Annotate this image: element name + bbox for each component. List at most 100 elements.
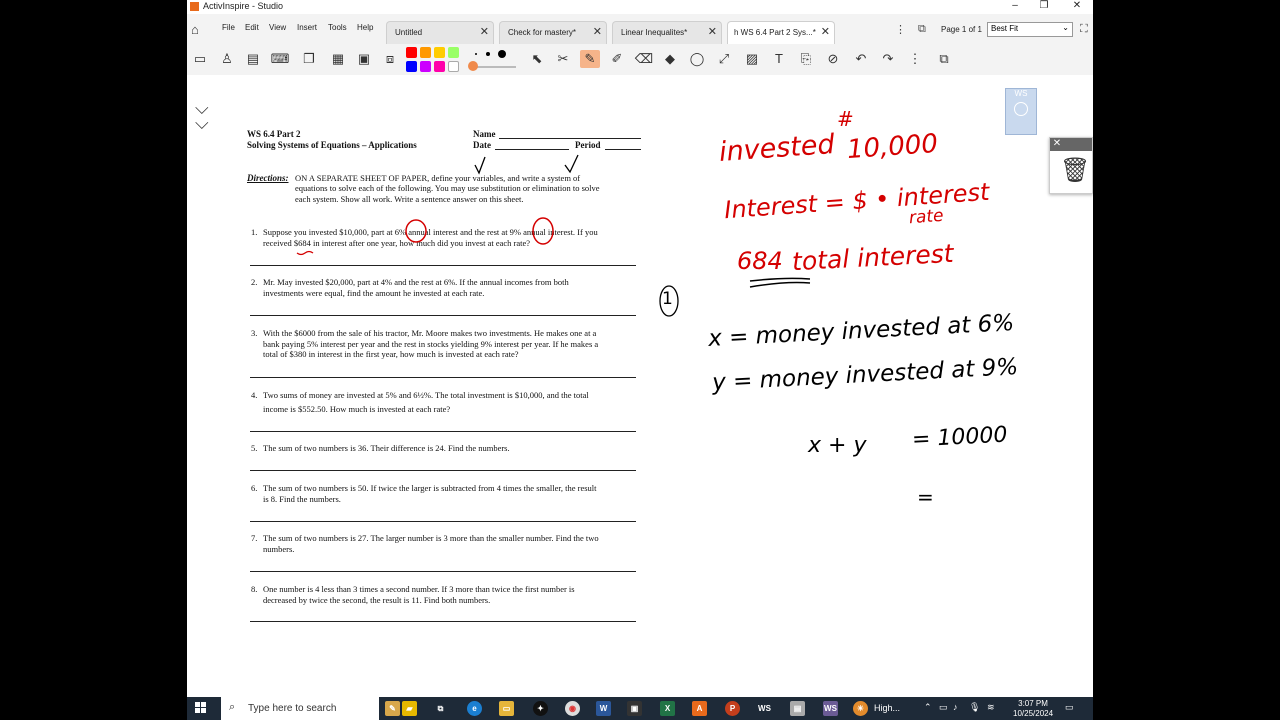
document-icon[interactable]: ⎘ — [796, 50, 816, 68]
tools-icon[interactable]: ✂ — [553, 50, 573, 68]
app-icon[interactable]: ▣ — [627, 701, 642, 716]
menu-tools[interactable]: Tools — [328, 23, 347, 32]
chevron-up-icon[interactable]: ⌃ — [924, 702, 932, 713]
tab-ws-6-4[interactable]: h WS 6.4 Part 2 Sys...* ✕ — [727, 21, 835, 44]
tab-linear-inequalities[interactable]: Linear Inequalites* ✕ — [612, 21, 722, 44]
maximize-icon[interactable]: ❐ — [1034, 0, 1054, 11]
color-swatch[interactable] — [434, 47, 445, 58]
search-placeholder: Type here to search — [248, 703, 337, 714]
taskbar-clock[interactable]: 3:07 PM 10/25/2024 — [1013, 699, 1053, 719]
flipchart-icon[interactable]: ⌨ — [270, 50, 290, 68]
browser-icon[interactable]: ⧉ — [934, 50, 954, 68]
ws-document-icon[interactable]: WS — [757, 701, 772, 716]
main-menu-icon[interactable]: ▭ — [190, 50, 210, 68]
redo-icon[interactable]: ↷ — [878, 50, 898, 68]
pen-width-large[interactable] — [498, 50, 506, 58]
tab-label: Check for mastery* — [508, 28, 577, 37]
tab-label: h WS 6.4 Part 2 Sys...* — [734, 28, 816, 37]
app-icon[interactable]: ▤ — [790, 701, 805, 716]
tab-check-for-mastery[interactable]: Check for mastery* ✕ — [499, 21, 607, 44]
presentation-icon[interactable]: ⧉ — [918, 23, 926, 36]
clear-icon[interactable]: ⊘ — [823, 50, 843, 68]
connector-icon[interactable]: ⤢ — [714, 50, 734, 68]
close-window-icon[interactable]: ✕ — [1067, 0, 1087, 11]
menu-insert[interactable]: Insert — [297, 23, 317, 32]
close-tab-icon[interactable]: ✕ — [480, 25, 489, 38]
menu-help[interactable]: Help — [357, 23, 373, 32]
underline-684-total-ink — [749, 281, 811, 288]
underline-684-total-ink — [749, 277, 811, 282]
undo-icon[interactable]: ↶ — [851, 50, 871, 68]
menu-view[interactable]: View — [269, 23, 286, 32]
folder-icon[interactable]: ▰ — [402, 701, 417, 716]
text-icon[interactable]: T — [769, 50, 789, 68]
windows-start-icon[interactable] — [195, 702, 207, 714]
notepad-icon[interactable]: ✎ — [385, 701, 400, 716]
zoom-select[interactable]: Best Fit ⌄ — [987, 22, 1073, 37]
grid-icon[interactable]: ▦ — [328, 50, 348, 68]
pen-width-small[interactable] — [475, 53, 477, 55]
pen-width-medium[interactable] — [486, 52, 490, 56]
width-slider-thumb[interactable] — [468, 61, 478, 71]
edge-icon[interactable]: e — [467, 701, 482, 716]
taskbar-search-box[interactable]: ⌕ Type here to search — [221, 697, 379, 720]
color-swatch[interactable] — [406, 61, 417, 72]
ws-document-icon[interactable]: WS — [823, 701, 838, 716]
zoom-value: Best Fit — [991, 24, 1019, 33]
close-tab-icon[interactable]: ✕ — [593, 25, 602, 38]
chrome-icon[interactable]: ◉ — [565, 701, 580, 716]
more-options-icon[interactable]: ⋮ — [895, 23, 906, 36]
camera-icon[interactable]: ▣ — [354, 50, 374, 68]
menu-edit[interactable]: Edit — [245, 23, 259, 32]
menu-file[interactable]: File — [222, 23, 235, 32]
handwriting-x-plus-y: x + y — [808, 433, 867, 458]
weather-icon[interactable]: ☀ — [853, 701, 868, 716]
volume-icon[interactable]: ♪ — [953, 702, 958, 712]
wifi-icon[interactable]: ≋ — [987, 702, 995, 713]
home-icon[interactable]: ⌂ — [191, 22, 199, 37]
notification-icon[interactable]: ▭ — [1065, 702, 1074, 713]
microphone-icon[interactable]: 🎙 — [969, 702, 980, 713]
tab-label: Linear Inequalites* — [621, 28, 688, 37]
activinspire-icon[interactable]: A — [692, 701, 707, 716]
highlighter-icon[interactable]: ✐ — [607, 50, 627, 68]
task-view-icon[interactable]: ⧉ — [433, 701, 448, 716]
eraser-icon[interactable]: ⌫ — [634, 50, 654, 68]
user-icon[interactable]: ♙ — [217, 50, 237, 68]
word-icon[interactable]: W — [596, 701, 611, 716]
color-swatch[interactable] — [448, 61, 459, 72]
flipchart-canvas[interactable]: ⌵ ⌵ WS ✕ 🗑 WS 6.4 Part 2 Solving Systems… — [187, 75, 1093, 697]
color-swatch[interactable] — [420, 47, 431, 58]
handwriting-rate: rate — [908, 205, 945, 229]
more-tools-icon[interactable]: ⋮ — [905, 50, 925, 68]
network-icon[interactable]: ▭ — [939, 702, 948, 713]
page-icon[interactable]: ❐ — [299, 50, 319, 68]
close-tab-icon[interactable]: ✕ — [708, 25, 717, 38]
color-swatch[interactable] — [434, 61, 445, 72]
app-icon[interactable]: ✦ — [533, 701, 548, 716]
powerpoint-icon[interactable]: P — [725, 701, 740, 716]
image-icon[interactable]: ▨ — [742, 50, 762, 68]
activinspire-window: ActivInspire - Studio – ❐ ✕ ⌂ File Edit … — [187, 0, 1093, 720]
color-swatch[interactable] — [406, 47, 417, 58]
fill-icon[interactable]: ◆ — [660, 50, 680, 68]
pointer-icon[interactable]: ⬉ — [527, 50, 547, 68]
screen-icon[interactable]: ▤ — [243, 50, 263, 68]
minimize-icon[interactable]: – — [1005, 0, 1025, 11]
pen-icon[interactable]: ✎ — [580, 50, 600, 68]
color-swatch[interactable] — [448, 47, 459, 58]
excel-icon[interactable]: X — [660, 701, 675, 716]
record-icon[interactable]: ⧈ — [380, 50, 400, 68]
shape-icon[interactable]: ◯ — [687, 50, 707, 68]
windows-taskbar: ⌕ Type here to search ✎ ▰ ⧉ e ▭ ✦ ◉ W ▣ … — [187, 697, 1093, 720]
tab-label: Untitled — [395, 28, 423, 37]
handwriting-problem-number: 1 — [662, 289, 673, 309]
color-swatch[interactable] — [420, 61, 431, 72]
file-explorer-icon[interactable]: ▭ — [499, 701, 514, 716]
chevron-down-icon: ⌄ — [1062, 23, 1069, 32]
weather-label[interactable]: High... — [874, 703, 900, 713]
tab-untitled[interactable]: Untitled ✕ — [386, 21, 494, 44]
handwriting-equals: = — [917, 485, 934, 509]
fullscreen-icon[interactable]: ⛶ — [1080, 23, 1088, 36]
close-tab-icon[interactable]: ✕ — [821, 25, 830, 38]
